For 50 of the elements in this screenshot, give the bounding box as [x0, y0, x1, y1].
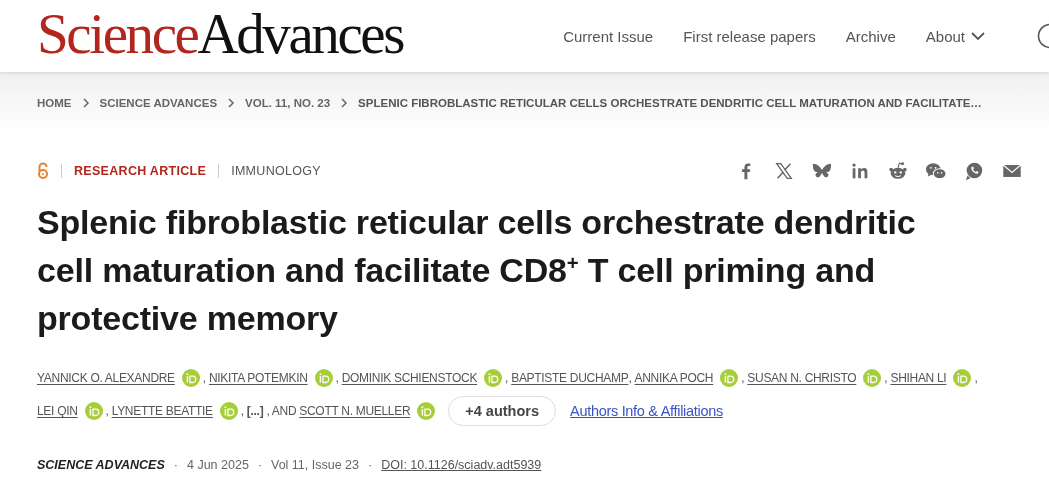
- comma: ,: [628, 370, 633, 387]
- doi-link[interactable]: DOI: 10.1126/sciadv.adt5939: [381, 458, 542, 472]
- chat-bubbles-icon[interactable]: [925, 160, 947, 182]
- comma: ,: [105, 403, 110, 420]
- nav-link[interactable]: Archive: [845, 27, 896, 45]
- more-authors-button[interactable]: +4 authors: [448, 396, 557, 426]
- logo-text[interactable]: Science: [37, 4, 198, 62]
- comma: ,: [741, 370, 746, 387]
- chevron-right-icon: [81, 98, 90, 108]
- nav-link[interactable]: About: [925, 27, 985, 45]
- nav-link[interactable]: Current Issue: [563, 27, 654, 45]
- author-link[interactable]: ANNIKA POCH: [634, 366, 714, 390]
- ellipsis[interactable]: [...]: [246, 399, 264, 423]
- journal-name: SCIENCE ADVANCES: [37, 458, 165, 472]
- comma: ,: [335, 370, 340, 387]
- separator-dot: ·: [368, 458, 373, 472]
- comma: ,: [974, 370, 979, 387]
- comma: ,: [240, 403, 245, 420]
- subject-label[interactable]: IMMUNOLOGY: [231, 164, 321, 178]
- phone-bubble-icon[interactable]: [963, 160, 985, 182]
- separator-dot: ·: [173, 458, 178, 472]
- comma: ,: [884, 370, 889, 387]
- author-link[interactable]: BAPTISTE DUCHAMP: [511, 366, 629, 390]
- logo-text[interactable]: Advances: [197, 4, 403, 62]
- author-link[interactable]: SUSAN N. CHRISTO: [747, 366, 857, 390]
- reddit-icon[interactable]: [887, 160, 909, 182]
- and-text: , AND: [265, 403, 298, 420]
- x-icon[interactable]: [773, 160, 795, 182]
- article-type[interactable]: RESEARCH ARTICLE: [74, 164, 207, 178]
- author-link[interactable]: NIKITA POTEMKIN: [208, 366, 308, 390]
- affiliations-link[interactable]: Authors Info & Affiliations: [570, 399, 723, 423]
- article-title: Splenic fibroblastic reticular cells orchestrate dendritic cell maturation and facilitate CD8$^{+}$ T cell priming and protective memory: [37, 202, 917, 339]
- author-link[interactable]: LEI QIN: [37, 399, 78, 423]
- breadcrumb-link[interactable]: HOME: [37, 97, 72, 109]
- chevron-right-icon: [340, 98, 349, 108]
- nav-link[interactable]: First release papers: [683, 27, 816, 45]
- author-link[interactable]: SCOTT N. MUELLER: [299, 399, 411, 423]
- author-link[interactable]: DOMINIK SCHIENSTOCK: [341, 366, 478, 390]
- separator-dot: ·: [257, 458, 262, 472]
- author-link[interactable]: LYNETTE BEATTIE: [111, 399, 213, 423]
- breadcrumb-link[interactable]: SCIENCE ADVANCES: [99, 97, 218, 109]
- comma: ,: [202, 370, 207, 387]
- chevron-right-icon: [227, 98, 236, 108]
- issue-info: Vol 11, Issue 23: [271, 458, 360, 472]
- breadcrumb-link[interactable]: VOL. 11, NO. 23: [245, 97, 331, 109]
- author-link[interactable]: SHIHAN LI: [890, 366, 947, 390]
- author-link[interactable]: YANNICK O. ALEXANDRE: [37, 366, 175, 390]
- breadcrumb-link[interactable]: SPLENIC FIBROBLASTIC RETICULAR CELLS ORCHESTRATE DENDRITIC CELL MATURATION AND FACILITATE…: [358, 97, 982, 109]
- publish-date: 4 Jun 2025: [186, 458, 249, 472]
- comma: ,: [505, 370, 510, 387]
